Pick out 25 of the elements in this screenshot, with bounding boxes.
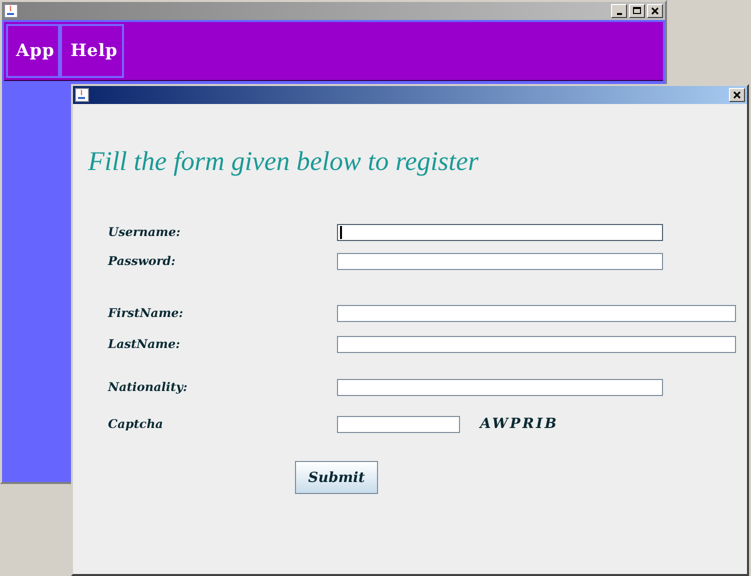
minimize-icon xyxy=(616,13,622,15)
field-label: Password: xyxy=(108,254,176,268)
field-label: Username: xyxy=(108,225,182,239)
field-label: LastName: xyxy=(108,337,182,351)
minimize-button[interactable] xyxy=(611,4,627,18)
captcha-code: AWPRIB xyxy=(480,416,558,432)
password-field[interactable] xyxy=(337,252,663,270)
close-icon xyxy=(650,6,660,16)
close-icon xyxy=(732,90,742,100)
input-field[interactable] xyxy=(337,378,663,396)
submit-button[interactable]: Submit xyxy=(295,461,378,494)
field-label: Nationality: xyxy=(108,380,188,394)
maximize-icon xyxy=(632,6,642,16)
input-field[interactable] xyxy=(337,336,736,352)
input-field[interactable] xyxy=(337,304,736,322)
captcha-field[interactable] xyxy=(337,416,460,432)
menu-item[interactable]: App xyxy=(6,24,60,78)
menu-item[interactable]: Help xyxy=(60,24,124,78)
field-label: FirstName: xyxy=(108,306,184,320)
close-button[interactable] xyxy=(647,4,663,18)
form-heading: Fill the form given below to register xyxy=(88,146,480,178)
field-label: Captcha xyxy=(108,417,164,431)
input-field[interactable] xyxy=(337,224,663,240)
close-button[interactable] xyxy=(729,88,745,102)
maximize-button[interactable] xyxy=(629,4,645,18)
